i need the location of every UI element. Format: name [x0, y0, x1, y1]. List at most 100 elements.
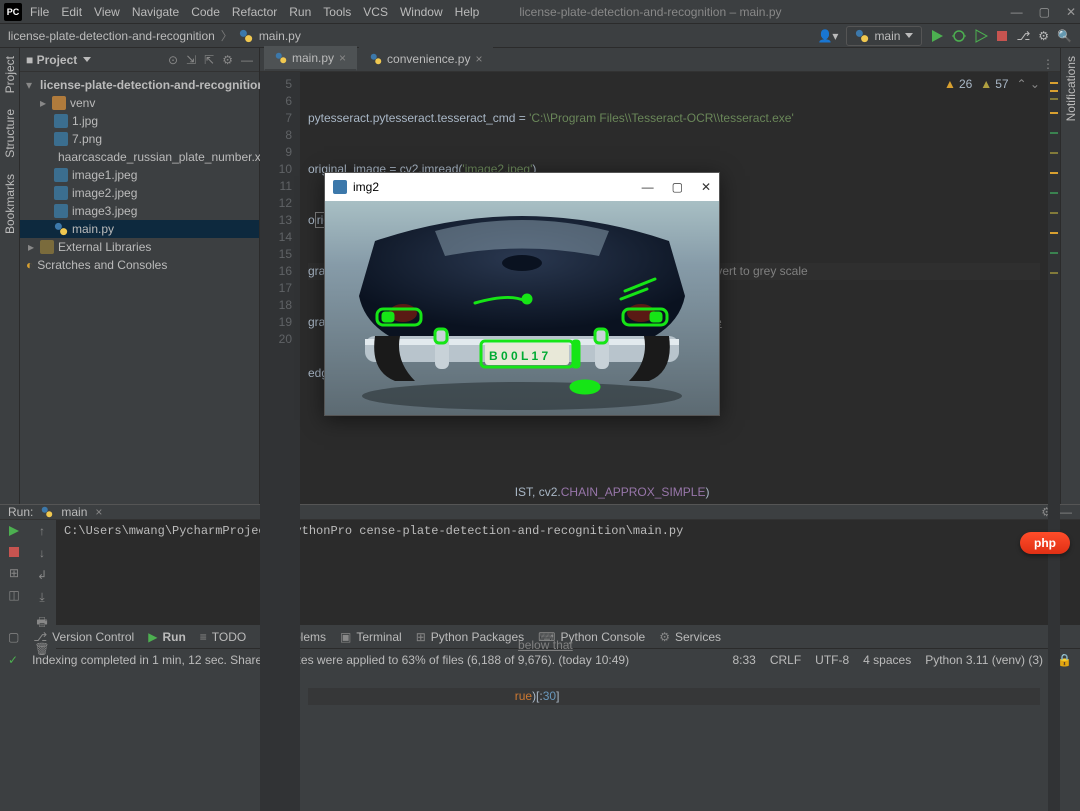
- menu-refactor[interactable]: Refactor: [232, 5, 277, 19]
- project-tool-tab[interactable]: Project: [1, 48, 19, 101]
- scroll-end-icon[interactable]: ⤓: [39, 590, 44, 605]
- run-config-label: main: [874, 29, 900, 43]
- tree-label: main.py: [72, 222, 114, 236]
- chevron-down-icon: [905, 33, 913, 38]
- hide-panel-icon[interactable]: —: [1060, 505, 1072, 519]
- editor-tab-main[interactable]: main.py ×: [264, 46, 357, 71]
- editor-tab-convenience[interactable]: convenience.py×: [359, 47, 493, 71]
- bookmarks-tool-tab[interactable]: Bookmarks: [1, 166, 19, 242]
- gutter: 567891011121314151617181920: [260, 72, 300, 811]
- collapse-all-icon[interactable]: ⇱: [204, 53, 214, 67]
- left-tool-strip: Project Structure Bookmarks: [0, 48, 20, 504]
- tree-file[interactable]: 1.jpg: [20, 112, 259, 130]
- menu-tools[interactable]: Tools: [323, 5, 351, 19]
- menu-view[interactable]: View: [94, 5, 120, 19]
- run-tab-name[interactable]: main: [61, 505, 87, 519]
- tab-label: main.py: [292, 51, 334, 65]
- editor-tab-menu-icon[interactable]: ⋮: [1042, 57, 1060, 71]
- window-title: license-plate-detection-and-recognition …: [519, 5, 781, 19]
- python-file-icon: [54, 222, 68, 236]
- close-icon[interactable]: ×: [95, 505, 102, 519]
- error-stripe[interactable]: [1048, 72, 1060, 811]
- tree-root-label: license-plate-detection-and-recognition: [40, 78, 265, 92]
- tree-folder-venv[interactable]: ▸ venv: [20, 94, 259, 112]
- soft-wrap-icon[interactable]: ↲: [37, 568, 47, 582]
- tree-file[interactable]: image3.jpeg: [20, 202, 259, 220]
- tab-run[interactable]: ▶Run: [148, 630, 186, 644]
- tree-label: 1.jpg: [72, 114, 98, 128]
- stop-icon[interactable]: [996, 30, 1008, 42]
- folder-icon: [52, 96, 66, 110]
- warning-triangle-icon: ▲: [944, 76, 956, 93]
- window-close-icon[interactable]: ✕: [1066, 5, 1076, 19]
- tab-todo[interactable]: ≡TODO: [200, 630, 246, 644]
- pin-icon[interactable]: ◫: [8, 588, 19, 602]
- run-config-selector[interactable]: main: [846, 26, 922, 46]
- tree-file[interactable]: image1.jpeg: [20, 166, 259, 184]
- tree-external-libs[interactable]: ▸External Libraries: [20, 238, 259, 256]
- debug-icon[interactable]: [952, 29, 966, 43]
- cv2-preview-window[interactable]: img2 — ▢ ✕: [324, 172, 720, 416]
- window-minimize-icon[interactable]: —: [642, 180, 654, 194]
- tree-label: venv: [70, 96, 95, 110]
- chevron-down-icon[interactable]: [83, 57, 91, 62]
- editor-tab-bar: main.py × convenience.py× ⋮: [260, 48, 1060, 72]
- weak-warning-triangle-icon: ▲: [980, 76, 992, 93]
- hide-panel-icon[interactable]: —: [241, 53, 253, 67]
- menu-run[interactable]: Run: [289, 5, 311, 19]
- notifications-tool-tab[interactable]: Notifications: [1062, 48, 1080, 129]
- php-watermark-label: php: [1020, 532, 1070, 554]
- menu-vcs[interactable]: VCS: [363, 5, 388, 19]
- tree-label: 7.png: [72, 132, 102, 146]
- tree-scratches[interactable]: ◐Scratches and Consoles: [20, 256, 259, 274]
- window-maximize-icon[interactable]: ▢: [1039, 5, 1050, 19]
- menu-navigate[interactable]: Navigate: [132, 5, 179, 19]
- search-icon[interactable]: 🔍: [1057, 29, 1072, 43]
- close-icon[interactable]: ×: [339, 51, 346, 65]
- select-opened-icon[interactable]: ⊙: [168, 53, 178, 67]
- menu-code[interactable]: Code: [191, 5, 220, 19]
- menu-window[interactable]: Window: [400, 5, 443, 19]
- up-arrow-icon[interactable]: ↑: [39, 524, 45, 538]
- run-coverage-icon[interactable]: [974, 29, 988, 43]
- layout-icon[interactable]: ⊞: [9, 566, 19, 580]
- stop-icon[interactable]: [8, 546, 20, 558]
- menu-edit[interactable]: Edit: [61, 5, 82, 19]
- expand-all-icon[interactable]: ⇲: [186, 53, 196, 67]
- settings-gear-icon[interactable]: ⚙: [1038, 29, 1049, 43]
- inspection-badges[interactable]: ▲26 ▲57 ⌃ ⌄: [944, 76, 1040, 93]
- structure-tool-tab[interactable]: Structure: [1, 101, 19, 166]
- menu-help[interactable]: Help: [455, 5, 480, 19]
- vcs-icon[interactable]: ⎇: [1016, 29, 1030, 43]
- down-arrow-icon[interactable]: ↓: [39, 546, 45, 560]
- tree-root[interactable]: ▾ license-plate-detection-and-recognitio…: [20, 76, 259, 94]
- window-close-icon[interactable]: ✕: [701, 180, 711, 194]
- tree-file[interactable]: haarcascade_russian_plate_number.xml: [20, 148, 259, 166]
- preview-title-text: img2: [353, 180, 379, 194]
- tree-file-selected[interactable]: main.py: [20, 220, 259, 238]
- python-icon: [855, 29, 869, 43]
- weak-warning-count: 57: [995, 76, 1008, 93]
- breadcrumb-separator-icon: 〉: [221, 27, 233, 44]
- tree-label: External Libraries: [58, 240, 151, 254]
- window-minimize-icon[interactable]: —: [1011, 5, 1023, 19]
- breadcrumb-file[interactable]: main.py: [259, 29, 301, 43]
- panel-settings-icon[interactable]: ⚙: [222, 53, 233, 67]
- tab-version-control[interactable]: ⎇Version Control: [33, 630, 134, 644]
- image-file-icon: [54, 168, 68, 182]
- breadcrumb-project[interactable]: license-plate-detection-and-recognition: [8, 29, 215, 43]
- run-icon[interactable]: [930, 29, 944, 43]
- tree-file[interactable]: image2.jpeg: [20, 184, 259, 202]
- menu-file[interactable]: File: [30, 5, 49, 19]
- tree-label: Scratches and Consoles: [37, 258, 167, 272]
- tree-label: haarcascade_russian_plate_number.xml: [58, 150, 273, 164]
- python-icon: [41, 506, 53, 518]
- tree-file[interactable]: 7.png: [20, 130, 259, 148]
- titlebar: PC File Edit View Navigate Code Refactor…: [0, 0, 1080, 24]
- svg-text:B 0 0 L 1 7: B 0 0 L 1 7: [489, 349, 548, 363]
- close-icon[interactable]: ×: [475, 52, 482, 66]
- rerun-icon[interactable]: [7, 524, 21, 538]
- user-icon[interactable]: 👤▾: [817, 29, 838, 43]
- window-maximize-icon[interactable]: ▢: [672, 180, 683, 194]
- tool-window-icon[interactable]: ▢: [8, 630, 19, 644]
